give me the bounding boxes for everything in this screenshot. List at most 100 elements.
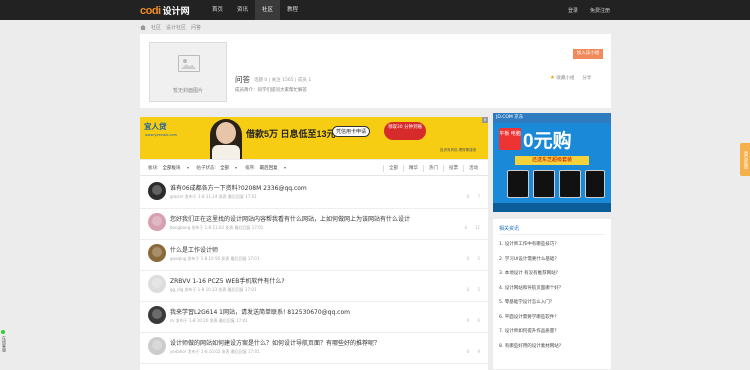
related-news-box: 相关资讯 1. 设计师工作中有哪些技巧？ 2. 学习UI设计需要什么基础？ 3.… — [493, 219, 611, 369]
list-item[interactable]: 谁有06成都各方一下资料?0208M 2336@qq.com glacier 发… — [140, 178, 488, 209]
avatar[interactable] — [148, 275, 166, 293]
group-title: 问答 话题 0 | 关注 1565 | 成员 1 — [235, 74, 311, 85]
tab-featured[interactable]: 精华 — [403, 164, 423, 172]
list-item[interactable]: 8. 有哪些好用的设计素材网站？ — [499, 340, 563, 355]
avatar[interactable] — [148, 244, 166, 262]
home-icon[interactable] — [140, 25, 146, 30]
online-service[interactable]: 在线客服 — [0, 330, 7, 364]
view-count: 7 — [477, 194, 480, 199]
filter-value: 最后回复 — [259, 165, 278, 171]
list-item[interactable]: 2. 学习UI设计需要什么基础？ — [499, 253, 563, 268]
list-item[interactable]: 6. 平面设计需要学哪些软件？ — [499, 311, 563, 326]
topic-title[interactable]: 什么是工作设计师 — [170, 245, 218, 254]
favorite-button[interactable]: ★ 收藏小组 — [550, 75, 574, 81]
topic-title[interactable]: 设计师做的网站如何建设方案是什么？如何设计导航页面？有哪些好的推荐呢？ — [170, 338, 380, 347]
login-link[interactable]: 登录 — [568, 7, 578, 14]
tab-all[interactable]: 全部 — [383, 164, 403, 172]
logo-mark: codi — [140, 4, 161, 17]
image-placeholder-icon — [178, 55, 200, 72]
topic-counts: 07 — [467, 194, 480, 199]
topic-title[interactable]: 您好我们正在这里找的设计网站内容帮我看有什么网站，上如何做网上为该网站有什么设计 — [170, 214, 410, 223]
ad-promo-badge: 领取30 分钟到账 — [384, 122, 426, 140]
topic-meta: ck 发布于 1-8 10:20 发表 最后回复 17:01 — [170, 318, 248, 323]
list-item[interactable]: 7. 设计师如何提升作品质量？ — [499, 325, 563, 340]
list-item[interactable]: 3. 本地设计 有没有推荐网站？ — [499, 267, 563, 282]
list-item[interactable]: 1. 设计师工作中有哪些技巧？ — [499, 238, 563, 253]
list-item[interactable]: 什么是工作设计师 gaoqing 发布于 1-8 10:56 发表 最后回复 1… — [140, 240, 488, 271]
topic-counts: 4 11 — [464, 225, 480, 230]
chevron-down-icon — [283, 166, 286, 169]
ad-headline: 借款5万 日息低至13元 — [246, 129, 336, 139]
jd-ad-side-label: 平板 电脑 — [499, 128, 521, 150]
nav-item-tutorials[interactable]: 教程 — [280, 0, 305, 20]
filter-label: 板块: — [148, 165, 159, 171]
view-count: 5 — [477, 256, 480, 261]
filter-bar: 板块: 全部板块 帖子状态: 全部 排序: 最后回复 全部 精华 热门 投票 活动 — [140, 160, 488, 176]
tab-hot[interactable]: 热门 — [423, 164, 443, 172]
breadcrumb-item[interactable]: 设计社区 — [166, 24, 186, 31]
chevron-down-icon — [235, 166, 238, 169]
topic-list-panel: 板块: 全部板块 帖子状态: 全部 排序: 最后回复 全部 精华 热门 投票 活动 谁… — [140, 160, 488, 370]
breadcrumb-item: 问答 — [191, 25, 202, 31]
topic-counts: 09 — [467, 349, 480, 354]
filter-label: 排序: — [245, 165, 256, 171]
nav-item-home[interactable]: 首页 — [205, 0, 230, 20]
ad-disclaimer: 投资有风险 理财需谨慎 — [440, 148, 477, 152]
sidebox-title: 相关资讯 — [499, 226, 520, 232]
list-item[interactable]: 您好我们正在这里找的设计网站内容帮我看有什么网站，上如何做网上为该网站有什么设计… — [140, 209, 488, 240]
star-icon: ★ — [550, 75, 555, 81]
ad-banner-yirendai[interactable]: 宜人贷 www.yirendai.com 借款5万 日息低至13元 凭信用卡申请… — [140, 117, 488, 159]
board-filter[interactable]: 板块: 全部板块 — [148, 165, 189, 171]
breadcrumb-item[interactable]: 社区 — [151, 24, 161, 31]
topic-title[interactable]: ZRBVV 1-16 PCZ5 WEB手机软件有什么? — [170, 276, 285, 285]
nav-item-news[interactable]: 资讯 — [230, 0, 255, 20]
register-link[interactable]: 免费注册 — [590, 7, 610, 14]
avatar[interactable] — [148, 337, 166, 355]
group-actions: ★ 收藏小组 分享 — [550, 75, 591, 81]
topic-list: 谁有06成都各方一下资料?0208M 2336@qq.com glacier 发… — [140, 178, 488, 364]
list-item[interactable]: 4. 设计网站和导航页面哪个好？ — [499, 282, 563, 297]
join-group-button[interactable]: 加入该小组 — [573, 49, 603, 59]
topic-title[interactable]: 我来学習L2G614 1网站，请发送简单联系! 812530670@qq.com — [170, 307, 350, 316]
tab-poll[interactable]: 投票 — [443, 164, 463, 172]
jd-ad-bar: 还送东芝超级套装 — [515, 156, 589, 165]
group-header: 暂无封面图片 问答 话题 0 | 关注 1565 | 成员 1 成员简介：同学们… — [140, 34, 611, 108]
reply-count: 0 — [466, 287, 470, 292]
filter-value: 全部 — [220, 165, 230, 171]
topic-title[interactable]: 谁有06成都各方一下资料?0208M 2336@qq.com — [170, 183, 307, 192]
online-status-icon — [1, 330, 5, 334]
account-links: 登录 免费注册 — [568, 0, 610, 20]
list-item[interactable]: ZRBVV 1-16 PCZ5 WEB手机软件有什么? gg_dig 发布于 1… — [140, 271, 488, 302]
avatar[interactable] — [148, 306, 166, 324]
list-item[interactable]: 5. 零基础学设计怎么入门？ — [499, 296, 563, 311]
filter-value: 全部板块 — [162, 165, 181, 171]
related-list: 1. 设计师工作中有哪些技巧？ 2. 学习UI设计需要什么基础？ 3. 本地设计… — [499, 238, 563, 354]
topic-meta: bongbong 发布于 1-8 11:02 发表 最后回复 17:01 — [170, 225, 264, 230]
status-filter[interactable]: 帖子状态: 全部 — [197, 165, 238, 171]
ad-jd-tablet[interactable]: JD.COM 京东 平板 电脑 0元购 还送东芝超级套装 — [493, 113, 611, 212]
topic-counts: 06 — [467, 318, 480, 323]
avatar[interactable] — [148, 182, 166, 200]
tablet-image — [533, 170, 555, 198]
topic-counts: 05 — [467, 287, 480, 292]
view-count: 9 — [477, 349, 480, 354]
tablet-image — [559, 170, 581, 198]
breadcrumb: 社区 设计社区 问答 — [140, 24, 201, 31]
avatar[interactable] — [148, 213, 166, 231]
tablet-image — [507, 170, 529, 198]
feedback-tab[interactable]: 意见反馈 — [740, 143, 750, 176]
jd-ad-headline: 0元购 — [523, 131, 572, 152]
list-item[interactable]: 设计师做的网站如何建设方案是什么？如何设计导航页面？有哪些好的推荐呢？ yeda… — [140, 333, 488, 364]
share-button[interactable]: 分享 — [582, 75, 591, 81]
nav-item-community[interactable]: 社区 — [255, 0, 281, 20]
main-nav: 首页 资讯 社区 教程 — [205, 0, 305, 20]
view-count: 11 — [474, 225, 480, 230]
site-logo[interactable]: codi 设计网 — [140, 4, 190, 17]
reply-count: 0 — [466, 194, 470, 199]
online-service-label: 在线客服 — [2, 336, 7, 352]
ad-brand: 宜人贷 — [144, 122, 167, 131]
sort-filter[interactable]: 排序: 最后回复 — [245, 165, 286, 171]
list-item[interactable]: 我来学習L2G614 1网站，请发送简单联系! 812530670@qq.com… — [140, 302, 488, 333]
tab-event[interactable]: 活动 — [463, 164, 483, 172]
topic-meta: glacier 发布于 1-8 11:24 发表 最后回复 17:01 — [170, 194, 257, 199]
